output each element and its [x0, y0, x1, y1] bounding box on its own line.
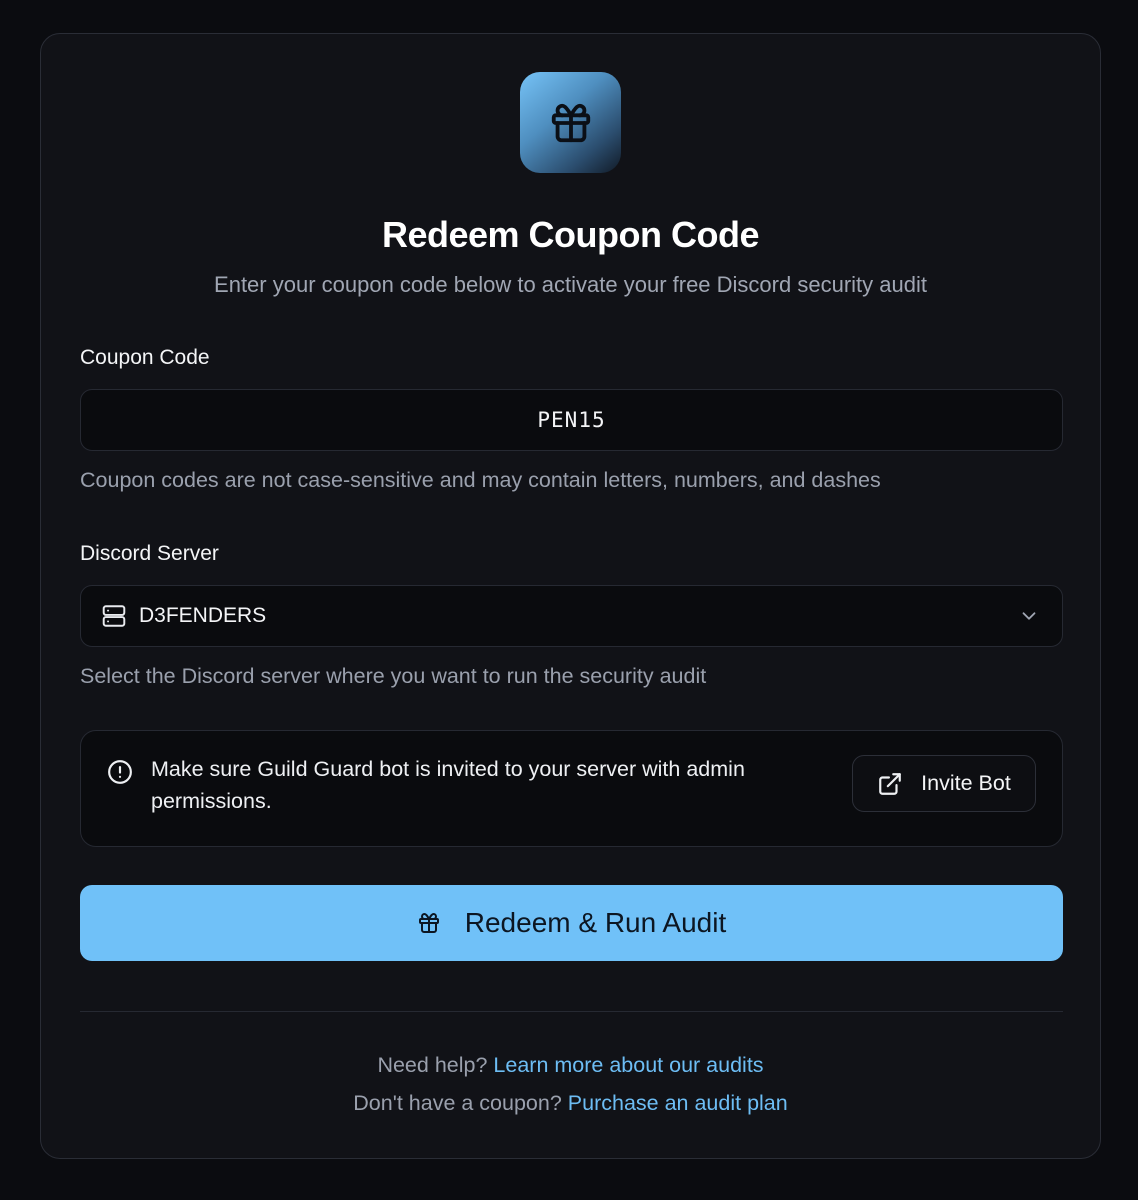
coupon-code-hint: Coupon codes are not case-sensitive and … [80, 468, 881, 492]
learn-more-link[interactable]: Learn more about our audits [493, 1053, 763, 1077]
discord-server-hint: Select the Discord server where you want… [80, 664, 707, 688]
gift-icon [417, 911, 441, 935]
gift-icon [520, 72, 621, 173]
footer-coupon-prefix: Don't have a coupon? [353, 1091, 562, 1115]
alert-circle-icon [107, 759, 133, 785]
selected-server: D3FENDERS [139, 604, 267, 627]
purchase-plan-link[interactable]: Purchase an audit plan [568, 1091, 788, 1115]
coupon-code-label: Coupon Code [80, 346, 210, 369]
server-icon [101, 603, 127, 629]
redeem-card: Redeem Coupon Code Enter your coupon cod… [40, 33, 1101, 1159]
footer-purchase: Don't have a coupon? Purchase an audit p… [41, 1091, 1100, 1116]
footer-help-prefix: Need help? [377, 1053, 488, 1077]
chevron-down-icon[interactable] [1018, 605, 1040, 627]
redeem-run-audit-label: Redeem & Run Audit [464, 907, 727, 938]
discord-server-select[interactable]: D3FENDERS [80, 585, 1063, 647]
invite-bot-button[interactable]: Invite Bot [852, 755, 1036, 812]
external-link-icon [877, 771, 903, 797]
coupon-code-input[interactable] [81, 390, 1062, 450]
invite-bot-label: Invite Bot [921, 771, 1011, 795]
page-title: Redeem Coupon Code [381, 214, 760, 255]
coupon-code-field[interactable] [80, 389, 1063, 451]
redeem-run-audit-button[interactable]: Redeem & Run Audit [80, 885, 1063, 961]
discord-server-label: Discord Server [80, 542, 219, 565]
divider [80, 1011, 1063, 1012]
page-subtitle: Enter your coupon code below to activate… [214, 272, 927, 297]
bot-invite-notice: Make sure Guild Guard bot is invited to … [80, 730, 1063, 847]
notice-text: Make sure Guild Guard bot is invited to … [151, 757, 745, 813]
footer-help: Need help? Learn more about our audits [41, 1053, 1100, 1078]
